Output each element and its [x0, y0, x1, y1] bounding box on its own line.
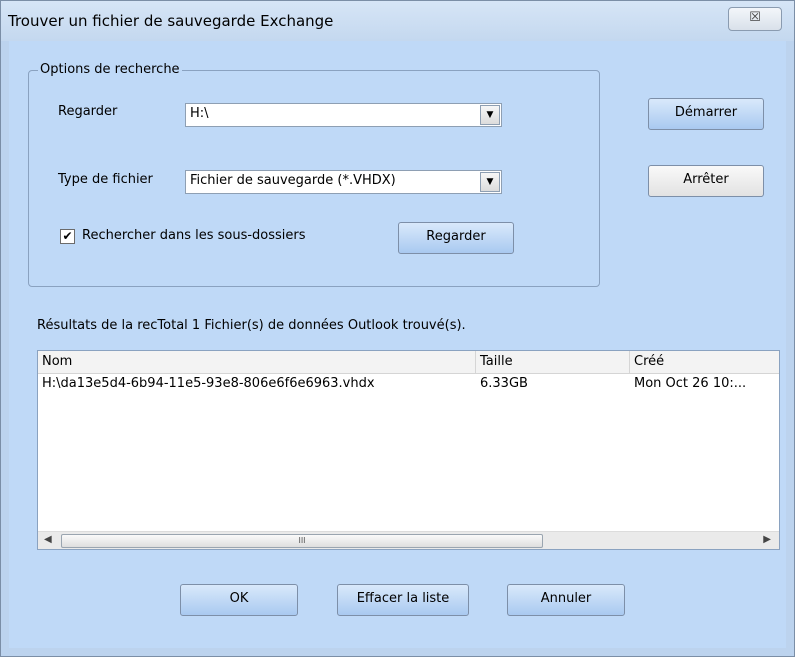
- title-bar: Trouver un fichier de sauvegarde Exchang…: [1, 1, 794, 41]
- row-created-cell: Mon Oct 26 10:...: [634, 376, 747, 391]
- chevron-down-icon[interactable]: ▼: [480, 105, 500, 125]
- scroll-thumb[interactable]: III: [61, 534, 543, 548]
- start-button[interactable]: Démarrer: [648, 98, 764, 130]
- table-row[interactable]: H:\da13e5d4-6b94-11e5-93e8-806e6f6e6963.…: [38, 374, 779, 394]
- scroll-grip-icon: III: [298, 536, 306, 545]
- chevron-down-icon[interactable]: ▼: [480, 172, 500, 192]
- clear-list-button-label: Effacer la liste: [356, 591, 450, 606]
- look-in-value: H:\: [190, 106, 209, 121]
- clear-list-button[interactable]: Effacer la liste: [337, 584, 469, 616]
- ok-button[interactable]: OK: [180, 584, 298, 616]
- browse-button[interactable]: Regarder: [398, 222, 514, 254]
- close-button[interactable]: ☒: [728, 7, 782, 31]
- cancel-button-label: Annuler: [540, 591, 592, 606]
- stop-button-label: Arrêter: [683, 172, 729, 187]
- results-status: Résultats de la recTotal 1 Fichier(s) de…: [37, 318, 466, 333]
- horizontal-scrollbar[interactable]: ◀ III ▶: [38, 531, 779, 549]
- file-type-label: Type de fichier: [58, 172, 153, 187]
- ok-button-label: OK: [229, 591, 249, 606]
- row-size-cell: 6.33GB: [480, 376, 528, 391]
- results-list[interactable]: Nom Taille Créé H:\da13e5d4-6b94-11e5-93…: [37, 350, 780, 550]
- dialog-title: Trouver un fichier de sauvegarde Exchang…: [8, 12, 334, 30]
- results-header: Nom Taille Créé: [38, 351, 779, 374]
- look-in-dropdown[interactable]: H:\ ▼: [185, 103, 502, 127]
- start-button-label: Démarrer: [674, 105, 738, 120]
- look-in-label: Regarder: [58, 104, 118, 119]
- file-type-value: Fichier de sauvegarde (*.VHDX): [190, 173, 396, 188]
- column-header-size[interactable]: Taille: [476, 351, 630, 373]
- column-header-name[interactable]: Nom: [38, 351, 476, 373]
- stop-button[interactable]: Arrêter: [648, 165, 764, 197]
- column-header-created[interactable]: Créé: [630, 351, 779, 373]
- scroll-right-icon[interactable]: ▶: [763, 534, 771, 545]
- subfolders-checkbox[interactable]: ✔: [60, 229, 75, 244]
- browse-button-label: Regarder: [426, 229, 486, 244]
- row-name-cell: H:\da13e5d4-6b94-11e5-93e8-806e6f6e6963.…: [42, 376, 375, 391]
- search-options-legend: Options de recherche: [38, 62, 182, 77]
- close-icon: ☒: [749, 10, 761, 25]
- checkmark-icon: ✔: [62, 229, 73, 243]
- scroll-left-icon[interactable]: ◀: [44, 534, 52, 545]
- cancel-button[interactable]: Annuler: [507, 584, 625, 616]
- subfolders-label: Rechercher dans les sous-dossiers: [82, 228, 306, 243]
- file-type-dropdown[interactable]: Fichier de sauvegarde (*.VHDX) ▼: [185, 170, 502, 194]
